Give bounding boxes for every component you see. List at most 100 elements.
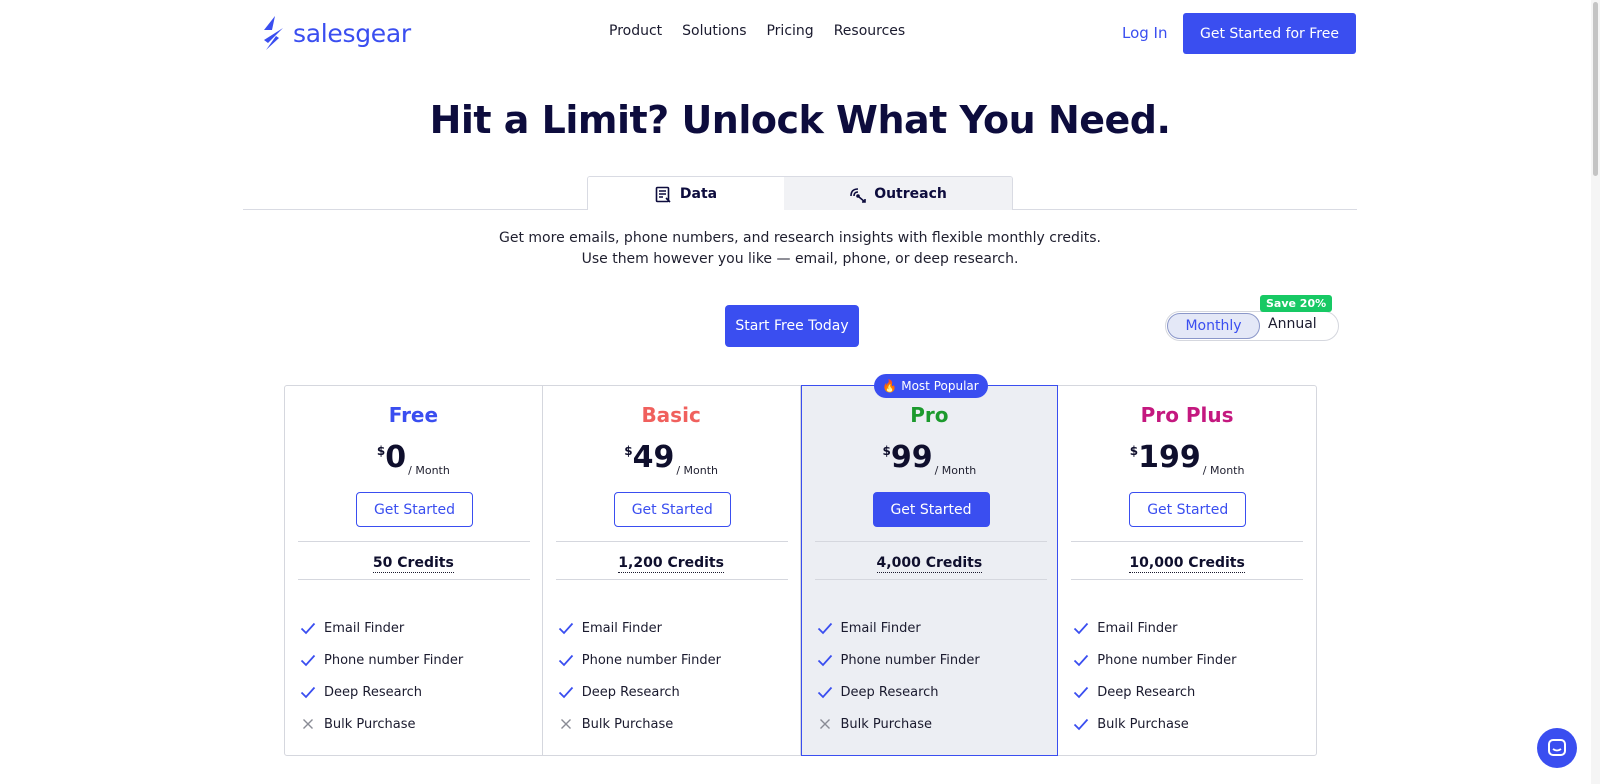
- scrollbar-thumb[interactable]: [1593, 2, 1598, 176]
- get-started-button[interactable]: Get Started: [1129, 492, 1247, 527]
- feature-label: Bulk Purchase: [840, 716, 932, 732]
- feature-label: Deep Research: [840, 684, 939, 700]
- check-icon: [1074, 686, 1089, 699]
- billing-monthly-option[interactable]: Monthly: [1167, 313, 1260, 339]
- plan-price: $ 199 / Month: [1058, 440, 1316, 478]
- feature-label: Email Finder: [840, 620, 921, 636]
- feature-label: Bulk Purchase: [1097, 716, 1189, 732]
- feature-label: Deep Research: [581, 684, 680, 700]
- feature-label: Phone number Finder: [1097, 652, 1237, 668]
- check-icon: [1074, 654, 1089, 667]
- tab-data[interactable]: Data: [588, 177, 785, 210]
- check-icon: [817, 654, 832, 667]
- divider: [1071, 541, 1304, 542]
- nav-pricing[interactable]: Pricing: [766, 23, 813, 39]
- price-amount: 199: [1138, 440, 1201, 475]
- nav-solutions[interactable]: Solutions: [682, 23, 746, 39]
- nav-product[interactable]: Product: [609, 23, 662, 39]
- plan-credits[interactable]: 1,200 Credits: [543, 555, 800, 573]
- feature-item: Phone number Finder: [558, 644, 721, 676]
- feature-list: Email Finder Phone number Finder Deep Rese…: [300, 612, 463, 740]
- plan-card-free: Free $ 0 / Month Get Started 50 Credits Em…: [285, 386, 543, 755]
- plan-name: Pro: [910, 403, 949, 427]
- check-icon: [558, 622, 573, 635]
- plan-card-pro-plus: Pro Plus $ 199 / Month Get Started 10,000…: [1058, 386, 1316, 755]
- credits-label: 10,000 Credits: [1129, 555, 1245, 573]
- divider: [555, 579, 788, 580]
- get-started-button[interactable]: Get Started: [613, 492, 731, 527]
- currency-symbol: $: [624, 444, 633, 458]
- price-amount: 49: [632, 440, 675, 475]
- feature-item: Bulk Purchase: [558, 708, 721, 740]
- plan-name: Free: [388, 403, 439, 427]
- plan-credits[interactable]: 10,000 Credits: [1058, 555, 1316, 573]
- site-header: salesgear Product Solutions Pricing Reso…: [0, 0, 1600, 66]
- check-icon: [817, 686, 832, 699]
- check-icon: [817, 622, 832, 635]
- page-scrollbar[interactable]: [1591, 0, 1600, 784]
- description-line-1: Get more emails, phone numbers, and rese…: [499, 230, 1101, 246]
- feature-item: Bulk Purchase: [1073, 708, 1236, 740]
- check-icon: [558, 654, 573, 667]
- chat-icon: [1548, 739, 1566, 756]
- feature-label: Bulk Purchase: [324, 716, 416, 732]
- feature-label: Email Finder: [1097, 620, 1178, 636]
- feature-item: Phone number Finder: [1073, 644, 1237, 676]
- get-started-button[interactable]: Get Started: [872, 492, 990, 527]
- divider: [814, 541, 1047, 542]
- pricing-cards: Free $ 0 / Month Get Started 50 Credits Em…: [284, 374, 1317, 756]
- price-amount: 99: [890, 440, 933, 475]
- divider: [298, 541, 530, 542]
- billing-annual-option[interactable]: Annual: [1268, 316, 1317, 332]
- salesgear-logo[interactable]: salesgear: [261, 16, 411, 50]
- check-icon: [300, 654, 316, 667]
- plan-credits[interactable]: 50 Credits: [285, 555, 542, 573]
- page-title: Hit a Limit? Unlock What You Need.: [429, 98, 1171, 142]
- cross-icon: [560, 719, 571, 729]
- plan-price: $ 49 / Month: [543, 440, 800, 478]
- cross-icon: [303, 719, 313, 729]
- plan-name: Basic: [641, 403, 701, 427]
- get-started-button[interactable]: Get Started: [356, 492, 473, 527]
- description-line-2: Use them however you like — email, phone…: [581, 251, 1019, 267]
- divider: [814, 579, 1047, 580]
- check-icon: [1074, 622, 1089, 635]
- feature-list: Email Finder Phone number Finder Deep Rese…: [1073, 612, 1237, 740]
- check-icon: [558, 686, 573, 699]
- cross-icon: [819, 719, 830, 729]
- price-period: / Month: [1202, 464, 1245, 477]
- login-link[interactable]: Log In: [1122, 24, 1168, 42]
- outreach-signal-icon: [850, 187, 866, 203]
- feature-label: Phone number Finder: [324, 652, 464, 668]
- chat-launcher-button[interactable]: [1537, 728, 1577, 768]
- get-started-free-button[interactable]: Get Started for Free: [1183, 13, 1356, 54]
- fire-icon: 🔥: [882, 379, 898, 393]
- divider: [1071, 579, 1304, 580]
- check-icon: [1074, 718, 1089, 731]
- logo-text: salesgear: [293, 18, 411, 48]
- feature-item: Bulk Purchase: [817, 708, 980, 740]
- credits-label: 4,000 Credits: [876, 555, 983, 573]
- feature-label: Email Finder: [581, 620, 662, 636]
- currency-symbol: $: [882, 444, 891, 458]
- price-period: / Month: [934, 464, 977, 477]
- start-free-today-button[interactable]: Start Free Today: [725, 305, 859, 347]
- most-popular-badge: 🔥 Most Popular: [873, 374, 988, 398]
- feature-item: Email Finder: [558, 612, 721, 644]
- currency-symbol: $: [376, 444, 386, 458]
- feature-item: Deep Research: [300, 676, 463, 708]
- feature-item: Email Finder: [817, 612, 980, 644]
- lightning-logo-icon: [264, 16, 283, 50]
- plan-name: Pro Plus: [1140, 403, 1234, 427]
- pricing-description: Get more emails, phone numbers, and rese…: [0, 228, 1600, 270]
- divider: [555, 541, 788, 542]
- feature-item: Bulk Purchase: [300, 708, 463, 740]
- data-list-icon: [655, 186, 671, 203]
- tab-outreach-label: Outreach: [874, 186, 947, 202]
- nav-resources[interactable]: Resources: [834, 23, 906, 39]
- tab-outreach[interactable]: Outreach: [784, 177, 1012, 210]
- plan-credits[interactable]: 4,000 Credits: [802, 555, 1058, 573]
- credits-label: 1,200 Credits: [618, 555, 724, 573]
- feature-item: Deep Research: [558, 676, 721, 708]
- credits-label: 50 Credits: [372, 555, 454, 573]
